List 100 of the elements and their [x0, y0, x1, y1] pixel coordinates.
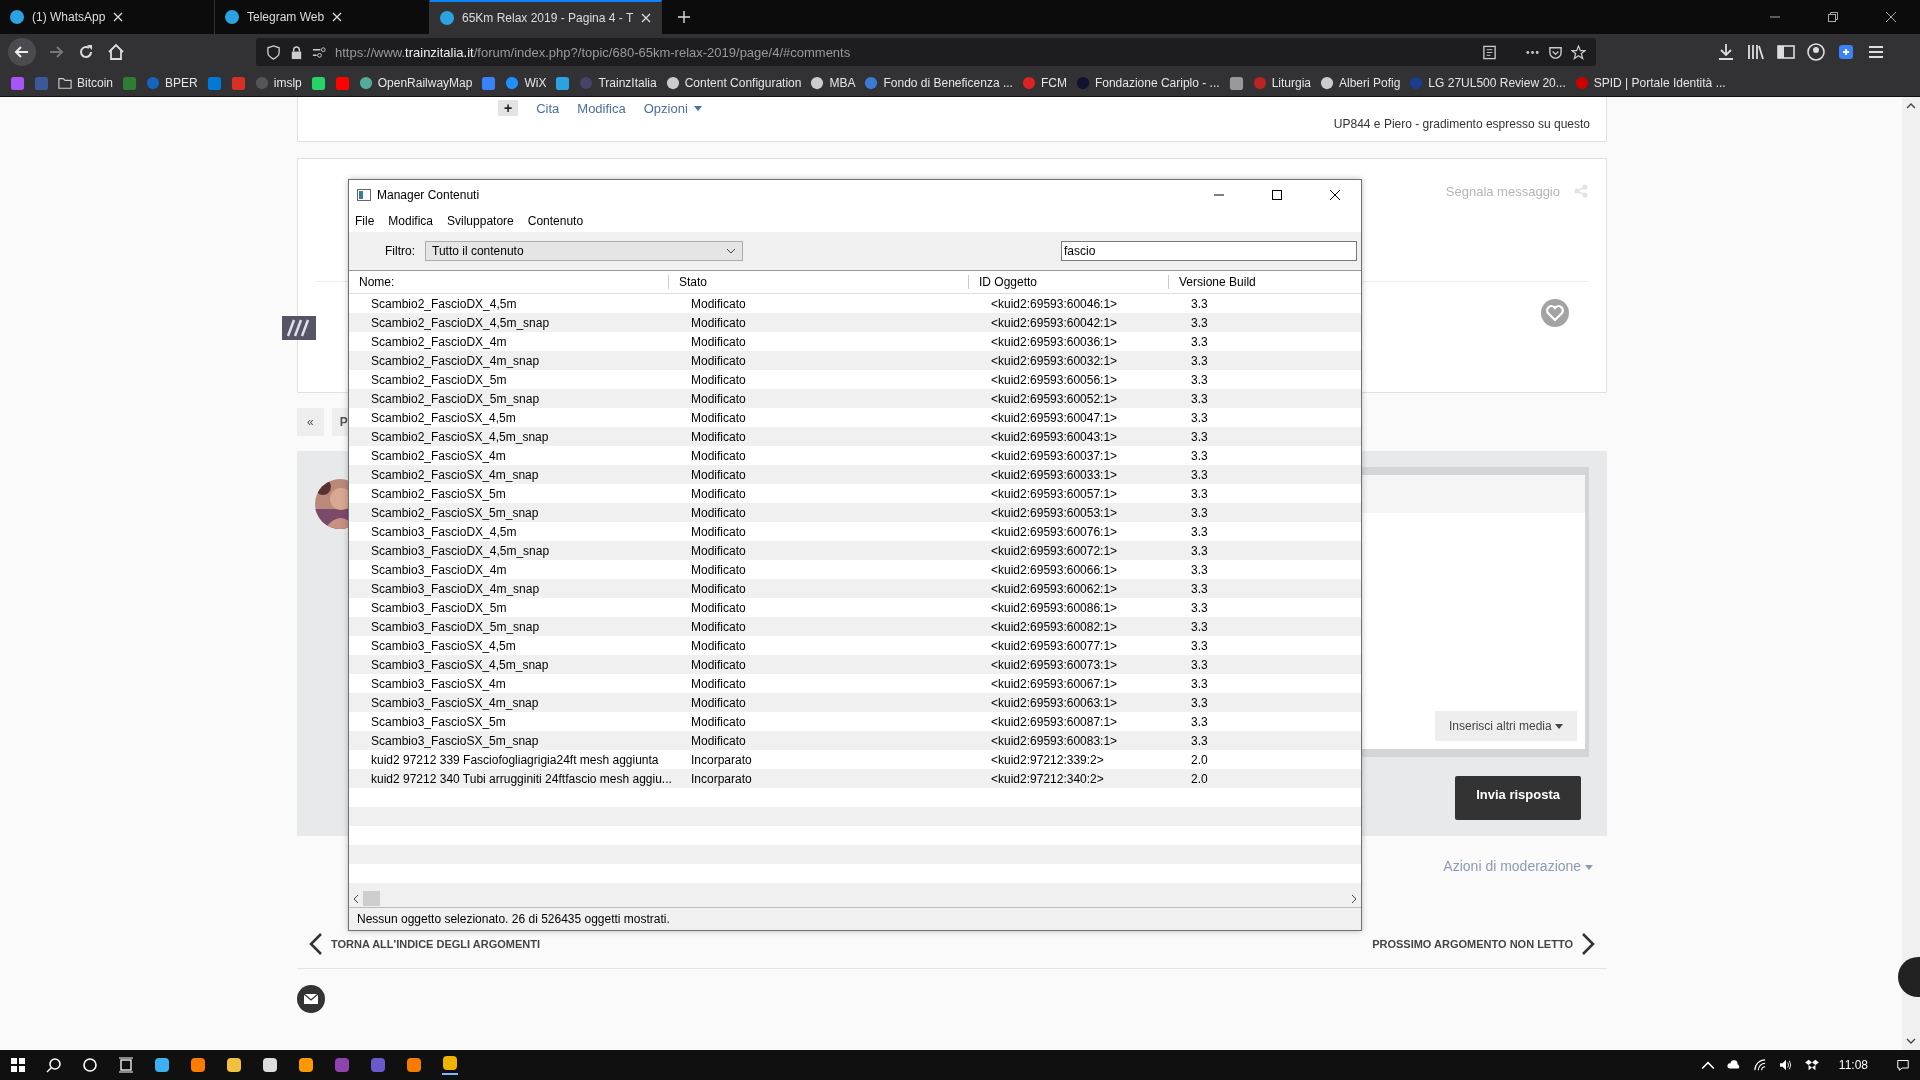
table-row[interactable]: Scambio2_FascioSX_4,5m Modificato <kuid2:69593:60047:1> 3.3 [349, 408, 1361, 427]
bookmark-icon[interactable] [10, 75, 25, 91]
plus-icon[interactable] [678, 11, 691, 23]
table-row[interactable]: Scambio3_FascioSX_4,5m Modificato <kuid2:69593:60077:1> 3.3 [349, 636, 1361, 655]
table-row[interactable]: Scambio3_FascioSX_5m Modificato <kuid2:69593:60087:1> 3.3 [349, 712, 1361, 731]
table-row[interactable]: Scambio3_FascioDX_4m Modificato <kuid2:69593:60066:1> 3.3 [349, 560, 1361, 579]
restore-icon[interactable] [1828, 12, 1838, 22]
column-header[interactable]: ID Oggetto [969, 275, 1169, 289]
chevron-up-icon[interactable] [1700, 1059, 1715, 1071]
download-icon[interactable] [1716, 42, 1736, 62]
bookmark-link[interactable]: FCM [1021, 76, 1067, 90]
table-row[interactable]: Scambio3_FascioSX_4m Modificato <kuid2:69593:60067:1> 3.3 [349, 674, 1361, 693]
post-action-link[interactable]: Cita [536, 100, 560, 116]
close-icon[interactable] [1329, 189, 1341, 201]
table-row[interactable]: Scambio2_FascioDX_4m Modificato <kuid2:69593:60036:1> 3.3 [349, 332, 1361, 351]
app-icon[interactable] [190, 1057, 206, 1073]
table-row[interactable]: Scambio2_FascioSX_4,5m_snap Modificato <kuid2:69593:60043:1> 3.3 [349, 427, 1361, 446]
post-action-link[interactable]: Modifica [577, 100, 626, 116]
address-bar[interactable]: https://www.trainzitalia.it/forum/index.php?/topic/680-65km-relax-2019/page/4/#comments [256, 38, 1596, 66]
home-icon[interactable] [106, 42, 126, 62]
menu-item[interactable]: Modifica [388, 214, 434, 228]
filter-dropdown[interactable]: Tutto il contenuto [425, 241, 743, 261]
table-row[interactable]: Scambio2_FascioSX_5m Modificato <kuid2:69593:60057:1> 3.3 [349, 484, 1361, 503]
browser-tab[interactable]: 65Km Relax 2019 - Pagina 4 - T [430, 0, 663, 34]
chevron-right-icon[interactable] [1581, 932, 1595, 956]
bookmark-link[interactable]: OpenRailwayMap [358, 76, 473, 90]
scroll-down-icon[interactable] [1906, 1038, 1916, 1044]
lock-icon[interactable] [289, 44, 304, 60]
envelope-icon[interactable] [297, 985, 325, 1013]
windows-start-icon[interactable] [10, 1057, 26, 1073]
back-to-index-link[interactable]: TORNA ALL'INDICE DEGLI ARGOMENTI [331, 938, 540, 950]
table-row[interactable]: Scambio3_FascioSX_4,5m_snap Modificato <kuid2:69593:60073:1> 3.3 [349, 655, 1361, 674]
bookmark-link[interactable]: WiX [505, 76, 547, 90]
app-icon[interactable] [262, 1057, 278, 1073]
bookmark-link[interactable]: Fondazione Cariplo - ... [1075, 76, 1220, 90]
speaker-icon[interactable] [1778, 1059, 1793, 1071]
table-row[interactable]: Scambio3_FascioDX_5m_snap Modificato <kuid2:69593:60082:1> 3.3 [349, 617, 1361, 636]
bookmark-link[interactable]: MBA [810, 76, 856, 90]
dropbox-icon[interactable] [1804, 1059, 1819, 1071]
app-icon[interactable] [406, 1057, 422, 1073]
bookmark-icon[interactable] [310, 75, 326, 91]
scroll-right-icon[interactable] [1351, 893, 1357, 904]
scrollbar[interactable] [1902, 97, 1920, 1050]
table-row[interactable]: kuid2 97212 340 Tubi arrugginiti 24ftfascio mesh aggiu... Incorparato <kuid2:97212:340:2> 2.0 [349, 769, 1361, 788]
horizontal-scrollbar[interactable] [349, 890, 1361, 907]
table-row[interactable]: Scambio2_FascioDX_5m_snap Modificato <kuid2:69593:60052:1> 3.3 [349, 389, 1361, 408]
bookmark-link[interactable]: Fondo di Beneficenza ... [864, 76, 1013, 90]
bookmark-icon[interactable] [206, 75, 222, 91]
scroll-up-icon[interactable] [1906, 103, 1916, 109]
next-topic-link[interactable]: PROSSIMO ARGOMENTO NON LETTO [1372, 938, 1573, 950]
bookmark-icon[interactable] [555, 75, 571, 91]
first-page-button[interactable]: « [297, 408, 324, 436]
bookmark-link[interactable]: BPER [146, 76, 198, 90]
table-row[interactable]: Scambio2_FascioDX_5m Modificato <kuid2:69593:60056:1> 3.3 [349, 370, 1361, 389]
menu-item[interactable]: Sviluppatore [447, 214, 514, 228]
app-icon[interactable] [226, 1057, 242, 1073]
bookmark-icon[interactable] [1228, 75, 1244, 91]
bookmark-link[interactable]: imslp [254, 76, 302, 90]
bookmark-icon[interactable] [230, 75, 246, 91]
post-action-link[interactable]: Opzioni [643, 100, 688, 116]
column-header[interactable]: Nome: [349, 275, 669, 289]
insert-media-button[interactable]: Inserisci altri media [1434, 711, 1577, 741]
bookmark-link[interactable]: Liturgia [1252, 76, 1311, 90]
column-header[interactable]: Stato [669, 275, 969, 289]
pocket-icon[interactable] [1548, 44, 1563, 60]
table-row[interactable]: Scambio2_FascioSX_4m_snap Modificato <kuid2:69593:60033:1> 3.3 [349, 465, 1361, 484]
scroll-left-icon[interactable] [353, 893, 359, 904]
bookmark-icon[interactable] [481, 75, 497, 91]
app-icon[interactable] [154, 1057, 170, 1073]
task-view-icon[interactable] [118, 1057, 134, 1073]
side-tab[interactable] [1898, 957, 1920, 997]
table-row[interactable]: kuid2 97212 339 Fasciofogliagrigia24ft mesh aggiunta Incorparato <kuid2:97212:339:2> 2.0 [349, 750, 1361, 769]
table-row[interactable]: Scambio3_FascioSX_4m_snap Modificato <kuid2:69593:60063:1> 3.3 [349, 693, 1361, 712]
star-icon[interactable] [1571, 44, 1586, 60]
maximize-icon[interactable] [1271, 189, 1283, 201]
table-row[interactable]: Scambio2_FascioSX_4m Modificato <kuid2:69593:60037:1> 3.3 [349, 446, 1361, 465]
back-icon[interactable] [8, 38, 36, 66]
bookmark-link[interactable]: SPID | Portale Identità ... [1574, 76, 1726, 90]
bookmark-icon[interactable] [334, 75, 350, 91]
table-row[interactable]: Scambio2_FascioDX_4m_snap Modificato <kuid2:69593:60032:1> 3.3 [349, 351, 1361, 370]
library-icon[interactable] [1746, 42, 1766, 62]
wifi-icon[interactable] [1752, 1059, 1767, 1071]
extension-icon[interactable] [1836, 42, 1856, 62]
table-row[interactable]: Scambio3_FascioDX_4m_snap Modificato <kuid2:69593:60062:1> 3.3 [349, 579, 1361, 598]
table-row[interactable]: Scambio3_FascioSX_5m_snap Modificato <kuid2:69593:60083:1> 3.3 [349, 731, 1361, 750]
close-icon[interactable] [1886, 12, 1896, 22]
bookmark-link[interactable]: LG 27UL500 Review 20... [1409, 76, 1566, 90]
reader-view-icon[interactable] [1482, 44, 1497, 60]
bookmark-link[interactable]: Content Configuration [665, 76, 802, 90]
table-row[interactable]: Scambio3_FascioDX_4,5m Modificato <kuid2:69593:60076:1> 3.3 [349, 522, 1361, 541]
search-field[interactable]: fascio [1061, 241, 1357, 261]
bookmark-link[interactable]: TrainzItalia [579, 76, 657, 90]
table-row[interactable]: Scambio2_FascioDX_4,5m_snap Modificato <kuid2:69593:60042:1> 3.3 [349, 313, 1361, 332]
shield-icon[interactable] [266, 44, 281, 60]
sidebar-icon[interactable] [1776, 42, 1796, 62]
menu-item[interactable]: File [355, 214, 375, 228]
account-icon[interactable] [1806, 42, 1826, 62]
circle-icon[interactable] [82, 1057, 98, 1073]
permissions-icon[interactable] [312, 44, 327, 60]
bookmark-link[interactable]: Alberi Pofig [1320, 76, 1401, 90]
